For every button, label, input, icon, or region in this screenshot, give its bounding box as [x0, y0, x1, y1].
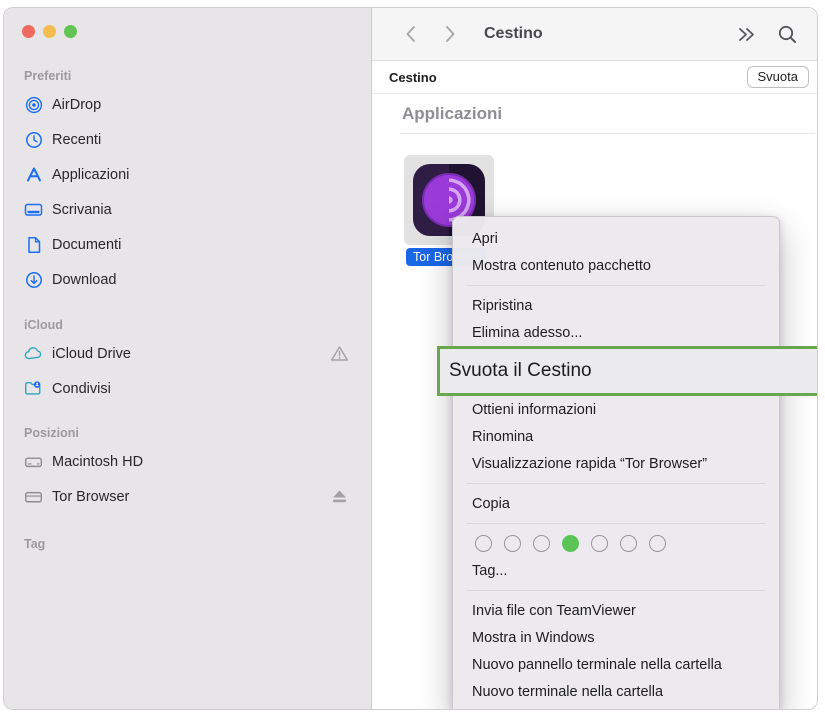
menu-item-ripristina[interactable]: Ripristina: [453, 292, 779, 319]
external-drive-icon: [24, 487, 43, 506]
sidebar-item-scrivania[interactable]: Scrivania: [22, 192, 357, 227]
context-menu: ApriMostra contenuto pacchetto Ripristina…: [452, 216, 780, 710]
sidebar-item-icloud-drive[interactable]: iCloud Drive: [22, 336, 357, 371]
sidebar-item-label: Download: [52, 272, 357, 288]
search-icon[interactable]: [774, 21, 800, 47]
sidebar-item-label: Applicazioni: [52, 167, 357, 183]
shared-folder-icon: [24, 379, 43, 398]
finder-window: Preferiti AirDrop Recenti Applicazioni Scriv…: [3, 7, 818, 710]
internal-drive-icon: [24, 452, 43, 471]
menu-item-svuota-il-cestino[interactable]: Svuota il Cestino: [437, 346, 818, 396]
sidebar-item-label: iCloud Drive: [52, 346, 329, 362]
location-label: Cestino: [389, 70, 437, 85]
sidebar-item-label: Condivisi: [52, 381, 357, 397]
double-chevron-icon[interactable]: [734, 21, 760, 47]
applications-icon: [24, 165, 43, 184]
close-button[interactable]: [22, 25, 35, 38]
traffic-lights: [22, 25, 357, 38]
sidebar-item-label: Tor Browser: [52, 489, 329, 505]
sidebar-item-label: Documenti: [52, 237, 357, 253]
status-bar: Cestino Svuota: [372, 61, 817, 94]
warning-icon: [329, 344, 349, 364]
desktop-icon: [24, 200, 43, 219]
sidebar-section-preferiti: Preferiti: [24, 69, 357, 83]
menu-item-tag[interactable]: Tag...: [453, 557, 779, 584]
download-icon: [24, 270, 43, 289]
sidebar-item-macintosh-hd[interactable]: Macintosh HD: [22, 444, 357, 479]
menu-tag-colors-row: [453, 530, 779, 557]
cloud-icon: [24, 344, 43, 363]
tag-color-dot-selected[interactable]: [562, 535, 579, 552]
sidebar-item-airdrop[interactable]: AirDrop: [22, 87, 357, 122]
sidebar: Preferiti AirDrop Recenti Applicazioni Scriv…: [4, 8, 372, 709]
window-title: Cestino: [484, 25, 543, 43]
tag-color-dot[interactable]: [475, 535, 492, 552]
sidebar-section-posizioni: Posizioni: [24, 426, 357, 440]
group-header-label: Applicazioni: [402, 104, 502, 124]
tag-color-dot[interactable]: [649, 535, 666, 552]
group-header: Applicazioni: [372, 94, 817, 134]
back-icon[interactable]: [400, 22, 420, 46]
menu-item-elimina-adesso[interactable]: Elimina adesso...: [453, 319, 779, 346]
sidebar-item-documenti[interactable]: Documenti: [22, 227, 357, 262]
forward-icon[interactable]: [440, 22, 460, 46]
empty-trash-button[interactable]: Svuota: [747, 66, 809, 88]
airdrop-icon: [24, 95, 43, 114]
eject-icon[interactable]: [329, 487, 349, 507]
sidebar-item-recenti[interactable]: Recenti: [22, 122, 357, 157]
menu-separator: [467, 483, 765, 484]
menu-item-nuovo-terminale-nella-cartella[interactable]: Nuovo terminale nella cartella: [453, 678, 779, 705]
screenshot-canvas: Preferiti AirDrop Recenti Applicazioni Scriv…: [0, 0, 825, 715]
menu-item-visualizzazione-rapida-tor-browser[interactable]: Visualizzazione rapida “Tor Browser”: [453, 450, 779, 477]
menu-item-nuovo-pannello-terminale-nella-cartella[interactable]: Nuovo pannello terminale nella cartella: [453, 651, 779, 678]
sidebar-section-tag: Tag: [24, 537, 357, 551]
tag-color-dot[interactable]: [533, 535, 550, 552]
sidebar-section-icloud: iCloud: [24, 318, 357, 332]
sidebar-item-label: AirDrop: [52, 97, 357, 113]
menu-item-copia[interactable]: Copia: [453, 490, 779, 517]
clock-icon: [24, 130, 43, 149]
menu-item-invia-file-con-teamviewer[interactable]: Invia file con TeamViewer: [453, 597, 779, 624]
menu-separator: [467, 590, 765, 591]
menu-item-rinomina[interactable]: Rinomina: [453, 423, 779, 450]
sidebar-item-applicazioni[interactable]: Applicazioni: [22, 157, 357, 192]
toolbar: Cestino: [372, 8, 817, 61]
menu-separator: [467, 285, 765, 286]
sidebar-item-label: Macintosh HD: [52, 454, 357, 470]
menu-separator: [467, 523, 765, 524]
minimize-button[interactable]: [43, 25, 56, 38]
menu-item-ottieni-informazioni[interactable]: Ottieni informazioni: [453, 396, 779, 423]
sidebar-item-download[interactable]: Download: [22, 262, 357, 297]
tag-color-dot[interactable]: [591, 535, 608, 552]
document-icon: [24, 235, 43, 254]
sidebar-item-tor-browser[interactable]: Tor Browser: [22, 479, 357, 514]
tag-color-dot[interactable]: [504, 535, 521, 552]
menu-item-apri[interactable]: Apri: [453, 225, 779, 252]
menu-item-mostra-in-windows[interactable]: Mostra in Windows: [453, 624, 779, 651]
tag-color-dot[interactable]: [620, 535, 637, 552]
zoom-button[interactable]: [64, 25, 77, 38]
menu-item-mostra-contenuto-pacchetto[interactable]: Mostra contenuto pacchetto: [453, 252, 779, 279]
sidebar-item-label: Scrivania: [52, 202, 357, 218]
sidebar-item-label: Recenti: [52, 132, 357, 148]
sidebar-item-condivisi[interactable]: Condivisi: [22, 371, 357, 406]
